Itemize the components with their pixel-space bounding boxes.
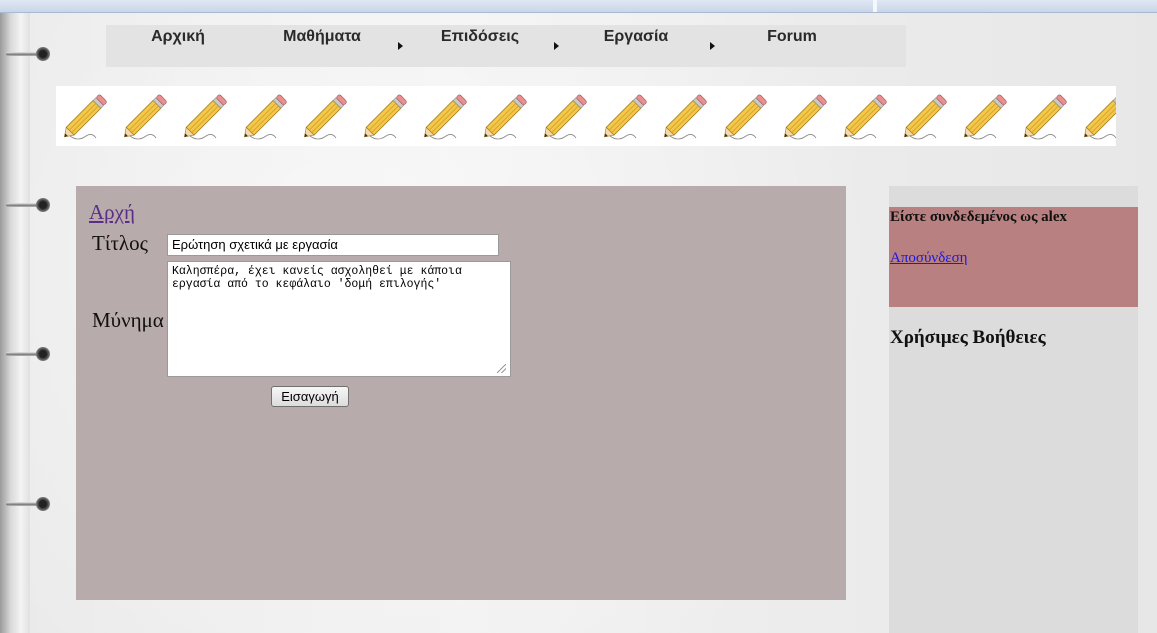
binder-ring-icon (6, 497, 50, 511)
help-section-title: Χρήσιμες Βοήθειες (890, 327, 1046, 348)
pencil-icon (64, 94, 107, 140)
title-input[interactable] (167, 234, 499, 256)
message-textarea[interactable]: Καλησπέρα, έχει κανείς ασχοληθεί με κάπο… (167, 261, 511, 377)
submenu-arrow-icon (710, 42, 715, 50)
resize-grip-icon[interactable] (497, 364, 506, 373)
nav-item-home[interactable]: Αρχική (146, 26, 210, 48)
pencil-icon (124, 94, 167, 140)
submit-button[interactable]: Εισαγωγή (271, 386, 349, 407)
strip-divider (873, 0, 877, 12)
pencil-icon (484, 94, 527, 140)
pencil-icon (1024, 94, 1067, 140)
sidebar: Είστε συνδεδεμένος ως alex Αποσύνδεση Χρ… (889, 186, 1138, 633)
pencil-icon (304, 94, 347, 140)
pencil-icon (364, 94, 407, 140)
binder-ring-icon (6, 47, 50, 61)
pencil-icon (844, 94, 887, 140)
nav-item-performance[interactable]: Επιδόσεις (436, 26, 524, 48)
pencil-icon (604, 94, 647, 140)
nav-item-forum[interactable]: Forum (760, 26, 824, 48)
nav-item-assignment[interactable]: Εργασία (598, 26, 674, 48)
nav-item-courses[interactable]: Μαθήματα (276, 26, 368, 48)
pencil-icon (424, 94, 467, 140)
binder-ring-icon (6, 198, 50, 212)
pencil-icon (1084, 97, 1116, 140)
pencil-icon (244, 94, 287, 140)
submenu-arrow-icon (398, 42, 403, 50)
login-status-text: Είστε συνδεδεμένος ως alex (890, 209, 1067, 225)
breadcrumb-home-link[interactable]: Αρχή (89, 200, 135, 225)
pencil-banner (56, 86, 1116, 146)
logout-link[interactable]: Αποσύνδεση (890, 250, 968, 267)
notebook-spine (0, 13, 30, 633)
pencil-icon (184, 94, 227, 140)
main-nav: Αρχική Μαθήματα Επιδόσεις Εργασία Forum (106, 25, 906, 67)
pencil-icon (784, 94, 827, 140)
message-label: Μύνημα (92, 308, 164, 332)
title-label: Τίτλος (92, 231, 148, 255)
binder-ring-icon (6, 347, 50, 361)
main-panel: Αρχή Τίτλος Μύνημα Καλησπέρα, έχει κανεί… (76, 186, 846, 600)
pencil-icon (964, 94, 1007, 140)
pencil-icon (544, 94, 587, 140)
login-status-box: Είστε συνδεδεμένος ως alex Αποσύνδεση (889, 207, 1138, 307)
browser-chrome-strip (0, 0, 1157, 13)
pencil-icon (664, 94, 707, 140)
submenu-arrow-icon (554, 42, 559, 50)
pencil-icon (904, 94, 947, 140)
pencil-icon (724, 94, 767, 140)
